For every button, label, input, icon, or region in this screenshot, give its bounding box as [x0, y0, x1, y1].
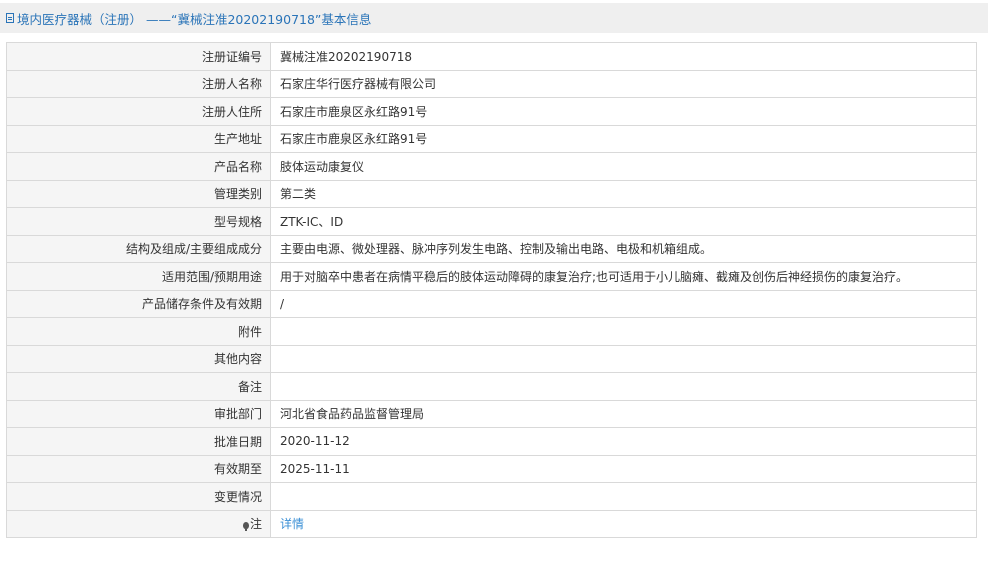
- row-label: 有效期至: [6, 454, 271, 483]
- row-value: 石家庄市鹿泉区永红路91号: [270, 124, 977, 153]
- table-row: 批准日期 2020-11-12: [6, 427, 977, 456]
- table-row: 产品储存条件及有效期 /: [6, 289, 977, 318]
- document-icon: [6, 13, 14, 23]
- table-row: 型号规格 ZTK-IC、ID: [6, 207, 977, 236]
- row-label: 附件: [6, 317, 271, 346]
- table-row: 附件: [6, 317, 977, 346]
- row-value: 2025-11-11: [270, 454, 977, 483]
- row-label: 注册人名称: [6, 69, 271, 98]
- table-row: 结构及组成/主要组成成分 主要由电源、微处理器、脉冲序列发生电路、控制及输出电路…: [6, 234, 977, 263]
- row-label: 备注: [6, 372, 271, 401]
- row-label: 型号规格: [6, 207, 271, 236]
- table-row: 有效期至 2025-11-11: [6, 454, 977, 483]
- table-row: 注册证编号 冀械注准20202190718: [6, 42, 977, 71]
- row-value: [270, 344, 977, 373]
- row-label: 注册证编号: [6, 42, 271, 71]
- table-row: 注册人名称 石家庄华行医疗器械有限公司: [6, 69, 977, 98]
- row-value: ZTK-IC、ID: [270, 207, 977, 236]
- table-row: 注册人住所 石家庄市鹿泉区永红路91号: [6, 97, 977, 126]
- row-label: 生产地址: [6, 124, 271, 153]
- table-row: 管理类别 第二类: [6, 179, 977, 208]
- row-label: 管理类别: [6, 179, 271, 208]
- table-row: 审批部门 河北省食品药品监督管理局: [6, 399, 977, 428]
- table-row: 适用范围/预期用途 用于对脑卒中患者在病情平稳后的肢体运动障碍的康复治疗;也可适…: [6, 262, 977, 291]
- info-table: 注册证编号 冀械注准20202190718 注册人名称 石家庄华行医疗器械有限公…: [6, 42, 977, 538]
- row-label: 结构及组成/主要组成成分: [6, 234, 271, 263]
- table-row: 变更情况: [6, 482, 977, 511]
- info-table-container: 注册证编号 冀械注准20202190718 注册人名称 石家庄华行医疗器械有限公…: [6, 42, 977, 538]
- note-label-cell: 注: [6, 509, 271, 538]
- row-label: 产品储存条件及有效期: [6, 289, 271, 318]
- row-value: 肢体运动康复仪: [270, 152, 977, 181]
- note-row: 注 详情: [6, 509, 977, 538]
- row-value: 第二类: [270, 179, 977, 208]
- row-value: 石家庄市鹿泉区永红路91号: [270, 97, 977, 126]
- table-row: 备注: [6, 372, 977, 401]
- row-label: 产品名称: [6, 152, 271, 181]
- row-label: 适用范围/预期用途: [6, 262, 271, 291]
- row-label: 其他内容: [6, 344, 271, 373]
- details-link[interactable]: 详情: [280, 517, 304, 531]
- row-value: 用于对脑卒中患者在病情平稳后的肢体运动障碍的康复治疗;也可适用于小儿脑瘫、截瘫及…: [270, 262, 977, 291]
- table-row: 产品名称 肢体运动康复仪: [6, 152, 977, 181]
- row-value: [270, 482, 977, 511]
- page-title: 境内医疗器械（注册） ——“冀械注准20202190718”基本信息: [17, 11, 372, 27]
- lightbulb-icon: [242, 522, 249, 532]
- note-label: 注: [249, 517, 262, 532]
- note-value-cell: 详情: [270, 509, 977, 538]
- row-label: 注册人住所: [6, 97, 271, 126]
- row-value: 河北省食品药品监督管理局: [270, 399, 977, 428]
- row-value: 2020-11-12: [270, 427, 977, 456]
- page-header: 境内医疗器械（注册） ——“冀械注准20202190718”基本信息: [0, 3, 988, 33]
- row-value: 石家庄华行医疗器械有限公司: [270, 69, 977, 98]
- row-label: 审批部门: [6, 399, 271, 428]
- row-value: 主要由电源、微处理器、脉冲序列发生电路、控制及输出电路、电极和机箱组成。: [270, 234, 977, 263]
- row-value: [270, 317, 977, 346]
- table-row: 生产地址 石家庄市鹿泉区永红路91号: [6, 124, 977, 153]
- row-value: 冀械注准20202190718: [270, 42, 977, 71]
- row-label: 变更情况: [6, 482, 271, 511]
- table-row: 其他内容: [6, 344, 977, 373]
- row-value: [270, 372, 977, 401]
- row-value: /: [270, 289, 977, 318]
- row-label: 批准日期: [6, 427, 271, 456]
